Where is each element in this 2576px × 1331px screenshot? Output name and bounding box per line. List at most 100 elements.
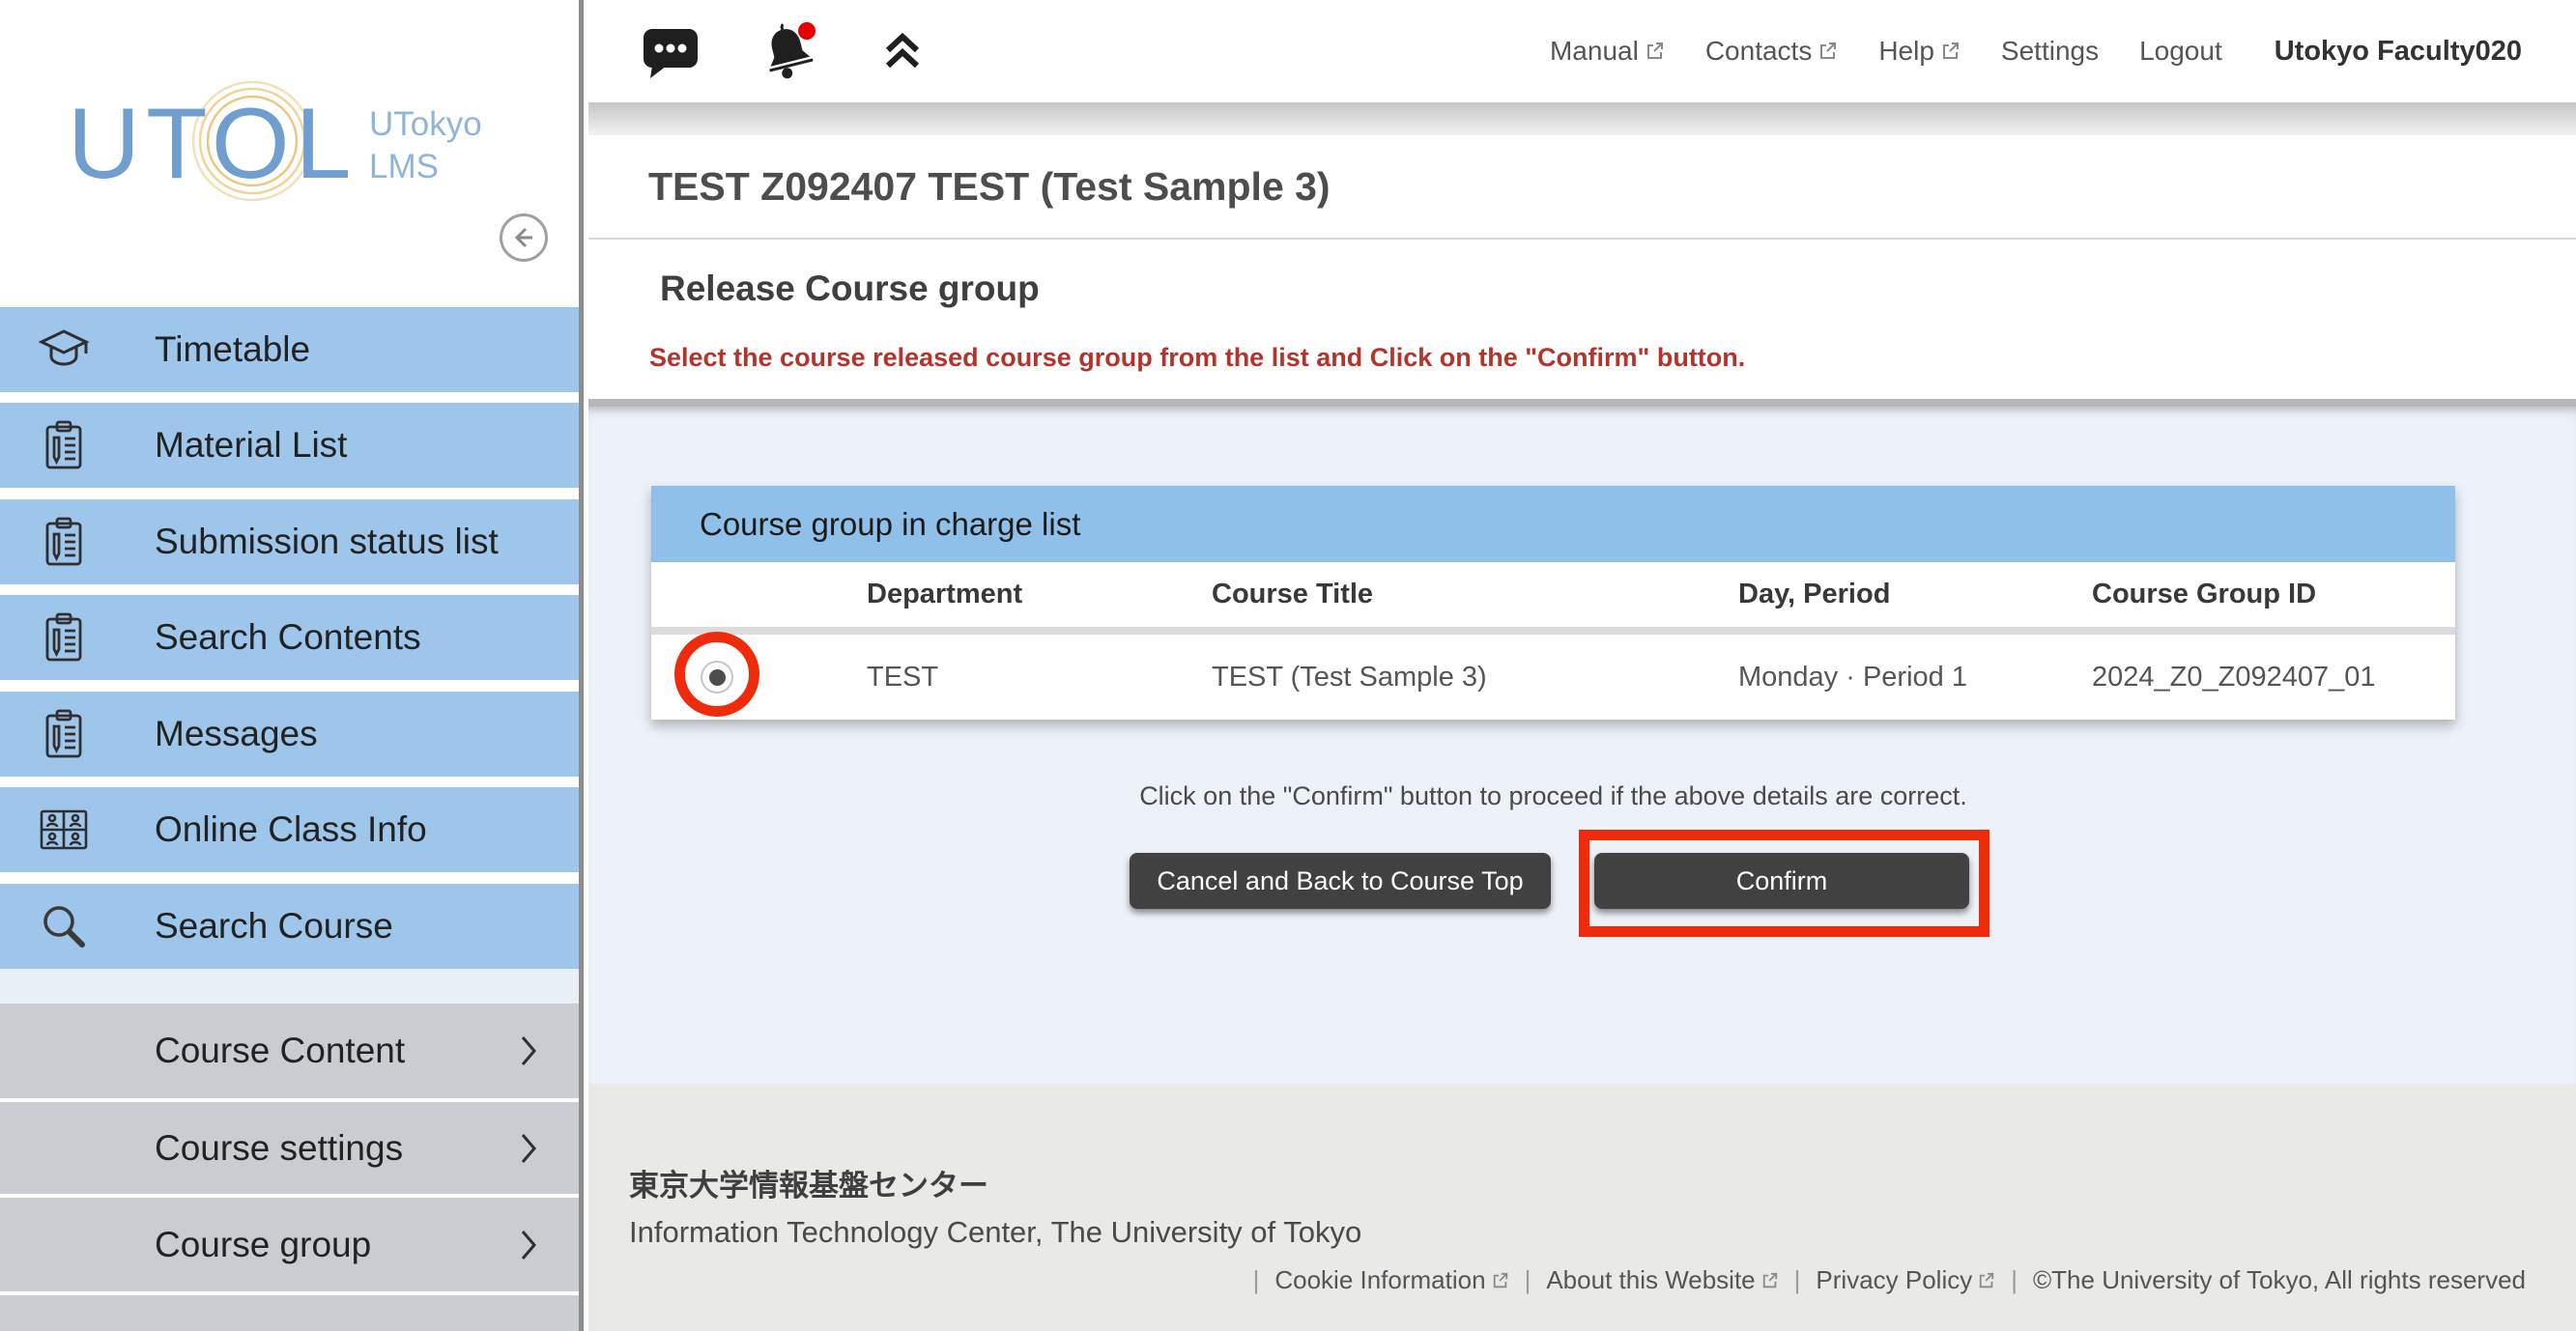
section-title: Release Course group (660, 269, 1040, 309)
sidebar-item-course-group[interactable]: Course group (0, 1198, 579, 1291)
topbar-link-help[interactable]: Help (1878, 36, 1961, 67)
sidebar-item-label: Search Contents (155, 617, 421, 658)
external-link-icon (1941, 42, 1961, 61)
sidebar-item-course-settings[interactable]: Course settings (0, 1102, 579, 1194)
chat-button[interactable] (641, 23, 701, 79)
sidebar-item-online-class-info[interactable]: Online Class Info (0, 787, 579, 872)
bell-icon (757, 21, 824, 81)
header-cell-course-title: Course Title (1212, 579, 1738, 610)
radio-cell (651, 661, 867, 694)
panel-header: Course group in charge list (651, 486, 2455, 562)
sidebar-item-messages[interactable]: Messages (0, 692, 579, 777)
external-link-icon (1646, 42, 1665, 61)
clipboard-icon (37, 418, 91, 472)
cancel-button[interactable]: Cancel and Back to Course Top (1130, 853, 1551, 909)
topbar-link-logout[interactable]: Logout (2139, 36, 2222, 67)
sidebar-item-label: Online Class Info (155, 809, 427, 850)
collapse-sidebar-button[interactable] (500, 213, 548, 262)
utol-lms-page: UTOL UTokyo LMS Timetable (0, 0, 2576, 1331)
chevron-right-icon (520, 1132, 537, 1165)
footer-separator: | (1253, 1265, 1260, 1295)
footer-separator: | (2011, 1265, 2018, 1295)
external-link-icon (1978, 1272, 1995, 1289)
cell-day-period: Monday · Period 1 (1738, 662, 2092, 694)
topbar-link-contacts[interactable]: Contacts (1705, 36, 1839, 67)
sidebar-item-label: Messages (155, 714, 318, 754)
logo-wordmark: UTOL (68, 88, 358, 200)
notifications-button[interactable] (757, 21, 824, 81)
topbar-link-settings[interactable]: Settings (2001, 36, 2099, 67)
sidebar-item-search-contents[interactable]: Search Contents (0, 595, 579, 680)
table-header-row: Department Course Title Day, Period Cour… (651, 562, 2455, 627)
sidebar-item-label: Timetable (155, 329, 310, 370)
instruction-text: Select the course released course group … (649, 343, 1745, 373)
user-name: Utokyo Faculty020 (2275, 36, 2522, 68)
header-cell-department: Department (867, 579, 1212, 610)
sidebar-item-label: Course Content (155, 1031, 405, 1071)
magnifier-icon (37, 899, 91, 953)
sidebar-item-material-list[interactable]: Material List (0, 403, 579, 488)
sidebar-item-course-content[interactable]: Course Content (0, 1004, 579, 1098)
back-arrow-icon (509, 223, 538, 252)
course-group-radio[interactable] (701, 661, 733, 694)
topbar-link-label: Manual (1550, 36, 1639, 67)
footer-separator: | (1525, 1265, 1531, 1295)
topbar-link-label: Contacts (1705, 36, 1813, 67)
video-grid-icon (37, 803, 91, 857)
footer-link-privacy-policy[interactable]: Privacy Policy (1816, 1265, 1995, 1295)
sidebar-item-partial[interactable] (0, 1295, 579, 1331)
logo-subtitle-1: UTokyo (369, 105, 482, 143)
sidebar-item-search-course[interactable]: Search Course (0, 884, 579, 969)
chevron-right-icon (520, 1034, 537, 1067)
clipboard-icon (37, 707, 91, 761)
topbar: Manual Contacts Help (588, 0, 2576, 102)
sidebar-item-label: Submission status list (155, 522, 499, 562)
logo-subtitle-2: LMS (369, 148, 439, 185)
topbar-link-label: Help (1878, 36, 1934, 67)
radio-selected-dot (709, 669, 726, 686)
topbar-shadow-strip (588, 102, 2576, 135)
cell-course-group-id: 2024_Z0_Z092407_01 (2092, 662, 2455, 694)
footer-link-label: Privacy Policy (1816, 1265, 1972, 1295)
table-divider (651, 627, 2455, 635)
sidebar-spacer (0, 969, 579, 1004)
sidebar-item-label: Course group (155, 1225, 371, 1265)
sidebar-item-submission-status-list[interactable]: Submission status list (0, 499, 579, 584)
footer-link-about-this-website[interactable]: About this Website (1546, 1265, 1778, 1295)
topbar-link-manual[interactable]: Manual (1550, 36, 1665, 67)
sidebar-item-timetable[interactable]: Timetable (0, 307, 579, 392)
footer-org-en: Information Technology Center, The Unive… (629, 1215, 2526, 1250)
confirm-note: Click on the "Confirm" button to proceed… (651, 781, 2455, 811)
page-title: TEST Z092407 TEST (Test Sample 3) (648, 164, 1331, 210)
footer-separator: | (1794, 1265, 1801, 1295)
page-title-band: TEST Z092407 TEST (Test Sample 3) (588, 135, 2576, 240)
external-link-icon (1761, 1272, 1779, 1289)
cell-course-title: TEST (Test Sample 3) (1212, 662, 1738, 694)
header-cell-course-group-id: Course Group ID (2092, 579, 2455, 610)
clipboard-icon (37, 610, 91, 665)
footer-org-jp: 東京大学情報基盤センター (629, 1161, 2526, 1204)
course-group-panel: Course group in charge list Department C… (651, 486, 2455, 720)
notification-badge (798, 22, 816, 40)
sidebar: UTOL UTokyo LMS Timetable (0, 0, 584, 1331)
clipboard-icon (37, 515, 91, 569)
collapse-topbar-button[interactable] (880, 29, 925, 73)
sidebar-item-label: Search Course (155, 906, 393, 947)
footer-link-label: About this Website (1546, 1265, 1755, 1295)
chat-icon (641, 23, 701, 79)
collapse-up-icon (880, 29, 925, 73)
topbar-link-label: Logout (2139, 36, 2222, 67)
sidebar-item-label: Material List (155, 425, 347, 466)
confirm-button[interactable]: Confirm (1594, 853, 1969, 909)
sidebar-item-label: Course settings (155, 1128, 403, 1169)
panel-title: Course group in charge list (700, 506, 1080, 543)
graduation-cap-icon (37, 323, 91, 377)
topbar-link-label: Settings (2001, 36, 2099, 67)
external-link-icon (1492, 1272, 1509, 1289)
main-area: Manual Contacts Help (588, 0, 2576, 1331)
table-row: TEST TEST (Test Sample 3) Monday · Perio… (651, 635, 2455, 720)
footer-link-cookie-information[interactable]: Cookie Information (1274, 1265, 1508, 1295)
footer: 東京大学情報基盤センター Information Technology Cent… (588, 1084, 2576, 1331)
utol-logo: UTOL UTokyo LMS (62, 81, 506, 212)
section-header: Release Course group Select the course r… (588, 241, 2576, 399)
